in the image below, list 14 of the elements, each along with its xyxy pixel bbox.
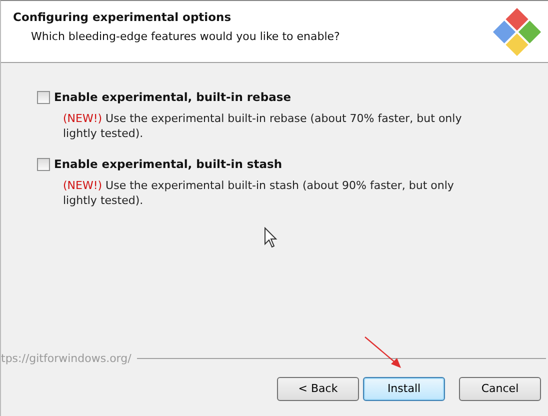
wizard-button[interactable]: < Back [277,377,359,401]
checkbox-label[interactable]: Enable experimental, built-in stash [54,156,282,174]
page-title: Configuring experimental options [13,9,232,26]
logo-icon [490,5,544,59]
url-text: tps://gitforwindows.org/ [1,350,132,366]
wizard-button[interactable]: Cancel [459,377,541,401]
option-description: (NEW!) Use the experimental built-in rebase (about 70% faster, but only lightly tested). [62,112,463,142]
cursor-icon [264,227,278,249]
checkbox[interactable] [37,91,50,104]
wizard-button[interactable]: Install [363,377,445,401]
option-description: (NEW!) Use the experimental built-in stash (about 90% faster, but only lightly tested). [62,179,455,209]
page-subtitle: Which bleeding-edge features would you like to enable? [30,29,340,46]
checkbox-label[interactable]: Enable experimental, built-in rebase [54,89,291,106]
checkbox[interactable] [37,158,50,172]
